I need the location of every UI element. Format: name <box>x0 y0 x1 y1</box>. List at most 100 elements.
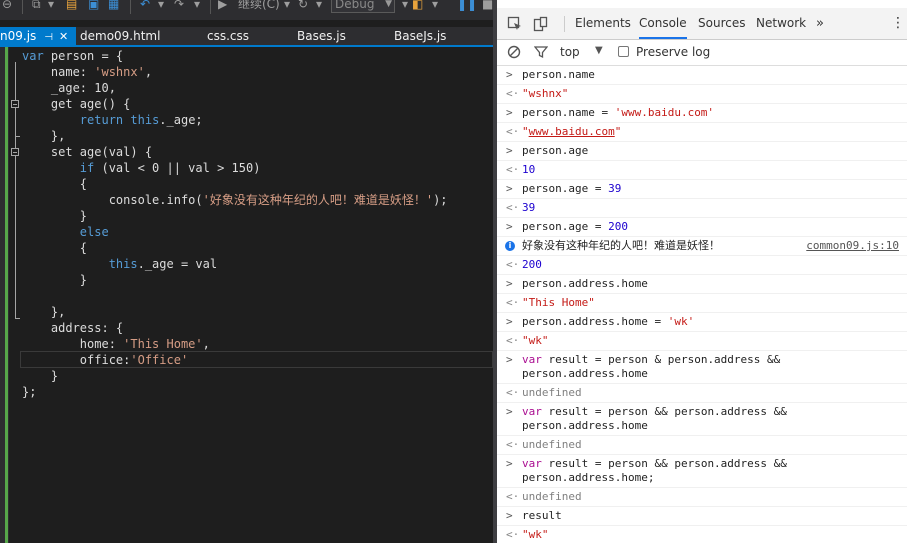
open-folder-icon[interactable]: ▤ <box>66 0 77 14</box>
tab-bases-js[interactable]: Bases.js <box>297 27 346 45</box>
output-arrow-icon: <· <box>506 125 520 138</box>
console-output-row: <· 10 <box>497 161 907 180</box>
console-toolbar: top ▼ Preserve log <box>497 40 907 66</box>
close-icon[interactable]: ✕ <box>59 30 68 43</box>
tab-elements[interactable]: Elements <box>575 8 631 39</box>
inspect-element-icon[interactable] <box>507 16 523 32</box>
console-output-row: <· undefined <box>497 384 907 403</box>
console-input-row: > person.age <box>497 142 907 161</box>
configuration-value: Debug <box>335 0 375 11</box>
console-output-row: <· 200 <box>497 256 907 275</box>
input-prompt-icon: > <box>506 106 513 119</box>
input-prompt-icon: > <box>506 182 513 195</box>
new-file-icon[interactable]: ⧉ <box>32 0 41 14</box>
tab-basejs-js[interactable]: BaseJs.js <box>394 27 446 45</box>
output-arrow-icon: <· <box>506 386 520 399</box>
tab-label: BaseJs.js <box>394 29 447 43</box>
chevron-down-icon: ▼ <box>385 0 392 9</box>
input-prompt-icon: > <box>506 353 513 366</box>
tab-demo09-html[interactable]: demo09.html <box>80 27 160 45</box>
console-output-row: <· undefined <box>497 488 907 507</box>
output-arrow-icon: <· <box>506 201 520 214</box>
input-prompt-icon: > <box>506 277 513 290</box>
toolbar-separator <box>130 0 131 14</box>
fold-end-tick <box>15 136 20 137</box>
console-log[interactable]: > person.name <· "wshnx" > person.name = 'w… <box>497 66 907 543</box>
refresh-icon[interactable]: ↻ <box>298 0 308 14</box>
input-prompt-icon: > <box>506 220 513 233</box>
tab-css-css[interactable]: css.css <box>207 27 249 45</box>
preserve-log-checkbox[interactable] <box>618 46 629 57</box>
collapse-icon[interactable] <box>11 100 19 108</box>
filter-icon[interactable] <box>534 45 548 59</box>
fold-end-tick <box>15 318 20 319</box>
save-icon[interactable]: ▣ <box>88 0 99 14</box>
input-prompt-icon: > <box>506 144 513 157</box>
preserve-log-label: Preserve log <box>636 45 711 59</box>
output-arrow-icon: <· <box>506 334 520 347</box>
dropdown-icon[interactable]: ▾ <box>194 0 200 14</box>
tab-common09[interactable]: n09.js ⊣ ✕ <box>0 27 76 45</box>
output-arrow-icon: <· <box>506 490 520 503</box>
code-text[interactable]: var person = { name: 'wshnx', _age: 10, … <box>22 48 448 400</box>
devtools-panel: Elements Console Sources Network » ⋮ top… <box>497 0 907 543</box>
tab-network[interactable]: Network <box>756 8 806 39</box>
console-input-row: > var result = person & person.address &&… <box>497 351 907 384</box>
pause-icon[interactable]: ❚❚ <box>457 0 477 14</box>
console-output-row: <· "wk" <box>497 332 907 351</box>
console-input-row: > person.address.home = 'wk' <box>497 313 907 332</box>
browser-link-icon[interactable]: ◧ <box>412 0 423 14</box>
console-output-row: <· undefined <box>497 436 907 455</box>
chevron-down-icon[interactable]: ▼ <box>595 45 603 56</box>
vs-toolbar: ⊖ ⧉ ▾ ▤ ▣ ▦ ↶ ▾ ↷ ▾ ▶ 继续(C) ▾ ↻ ▾ Debug … <box>0 0 493 20</box>
redo-icon[interactable]: ↷ <box>174 0 184 14</box>
kebab-menu-icon[interactable]: ⋮ <box>891 8 905 39</box>
tab-label: demo09.html <box>80 29 161 43</box>
save-all-icon[interactable]: ▦ <box>108 0 119 14</box>
tab-sources[interactable]: Sources <box>698 8 745 39</box>
code-editor[interactable]: ⊖ ⧉ ▾ ▤ ▣ ▦ ↶ ▾ ↷ ▾ ▶ 继续(C) ▾ ↻ ▾ Debug … <box>0 0 493 543</box>
toolbar-separator <box>22 0 23 14</box>
device-toolbar-icon[interactable] <box>533 16 549 32</box>
input-prompt-icon: > <box>506 509 513 522</box>
dropdown-icon[interactable]: ▾ <box>284 0 290 14</box>
output-arrow-icon: <· <box>506 163 520 176</box>
output-arrow-icon: <· <box>506 87 520 100</box>
toolbar-separator <box>564 16 565 32</box>
dropdown-icon[interactable]: ▾ <box>402 0 408 14</box>
more-tabs-icon[interactable]: » <box>816 8 824 39</box>
stop-icon[interactable]: ■ <box>482 0 493 14</box>
console-input-row: > person.age = 200 <box>497 218 907 237</box>
dropdown-icon[interactable]: ▾ <box>48 0 54 14</box>
collapse-icon[interactable] <box>11 148 19 156</box>
console-output-row: <· "wshnx" <box>497 85 907 104</box>
tab-label: css.css <box>207 29 250 43</box>
clear-console-icon[interactable] <box>507 45 521 59</box>
continue-button[interactable]: 继续(C) <box>238 0 280 14</box>
tab-console[interactable]: Console <box>639 8 687 39</box>
info-icon: i <box>505 241 515 251</box>
toolbar-separator <box>210 0 211 14</box>
console-output-row: <· 39 <box>497 199 907 218</box>
input-prompt-icon: > <box>506 315 513 328</box>
console-output-row: <· "www.baidu.com" <box>497 123 907 142</box>
devtools-tabbar: Elements Console Sources Network » ⋮ <box>497 8 907 40</box>
console-info-row: i 好象没有这种年纪的人吧！难道是妖怪！ common09.js:10 <box>497 237 907 256</box>
undo-icon[interactable]: ↶ <box>140 0 150 14</box>
dropdown-icon[interactable]: ▾ <box>316 0 322 14</box>
change-tracking-bar <box>5 47 8 543</box>
start-debug-icon[interactable]: ▶ <box>218 0 227 14</box>
back-icon[interactable]: ⊖ <box>2 0 12 14</box>
output-arrow-icon: <· <box>506 438 520 451</box>
console-input-row: > person.name = 'www.baidu.com' <box>497 104 907 123</box>
dropdown-icon[interactable]: ▾ <box>158 0 164 14</box>
output-arrow-icon: <· <box>506 296 520 309</box>
input-prompt-icon: > <box>506 457 513 470</box>
dropdown-icon[interactable]: ▾ <box>432 0 438 14</box>
console-output-row: <· "wk" <box>497 526 907 543</box>
console-input-row: > person.age = 39 <box>497 180 907 199</box>
configuration-select[interactable]: Debug ▼ <box>331 0 395 13</box>
context-select[interactable]: top <box>560 45 580 59</box>
source-link[interactable]: common09.js:10 <box>806 239 899 253</box>
pin-icon[interactable]: ⊣ <box>44 32 53 43</box>
